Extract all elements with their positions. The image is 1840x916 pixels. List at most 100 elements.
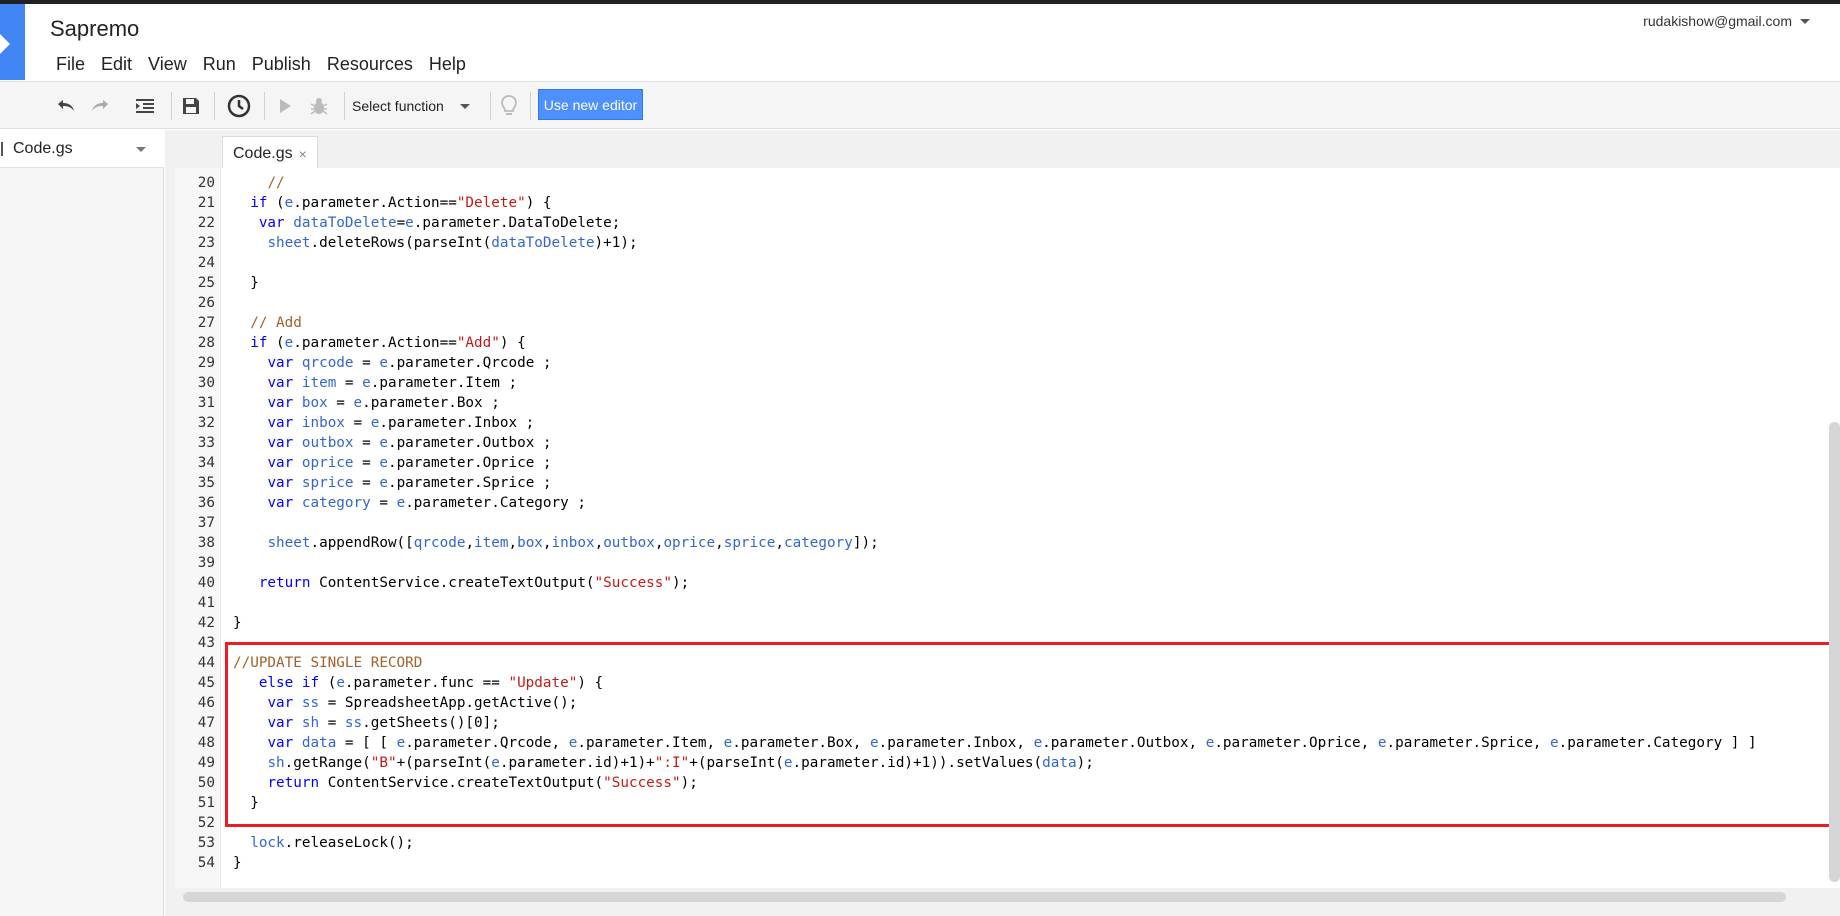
file-marker	[1, 141, 3, 156]
code-line[interactable]: sh.getRange("B"+(parseInt(e.parameter.id…	[233, 755, 1093, 771]
code-line[interactable]: }	[233, 615, 242, 631]
line-number: 33	[197, 435, 215, 451]
code-line[interactable]: return ContentService.createTextOutput("…	[233, 575, 689, 591]
menu-publish[interactable]: Publish	[244, 52, 319, 77]
code-line[interactable]: var category = e.parameter.Category ;	[233, 495, 586, 511]
code-token: ,	[715, 535, 724, 551]
code-token: }	[233, 795, 259, 811]
code-line[interactable]: var box = e.parameter.Box ;	[233, 395, 499, 411]
code-line[interactable]: sheet.deleteRows(parseInt(dataToDelete)+…	[233, 235, 637, 251]
lightbulb-button[interactable]	[496, 91, 522, 121]
code-token: if	[250, 335, 268, 351]
close-icon[interactable]: ×	[299, 146, 307, 162]
code-token: ) {	[499, 335, 526, 351]
code-token: if	[301, 675, 320, 691]
redo-icon	[92, 100, 108, 111]
code-token: else	[258, 675, 294, 691]
code-token: ,	[594, 535, 604, 551]
triggers-button[interactable]	[224, 91, 254, 121]
menu-resources[interactable]: Resources	[319, 52, 421, 77]
sidebar-file-name: Code.gs	[13, 139, 73, 157]
code-token: (	[267, 335, 285, 351]
menu-run[interactable]: Run	[195, 52, 244, 77]
save-button[interactable]	[178, 91, 204, 121]
code-line[interactable]: var sh = ss.getSheets()[0];	[233, 715, 499, 731]
code-token: .parameter.Outbox ;	[387, 435, 552, 451]
code-line[interactable]: sheet.appendRow([qrcode,item,box,inbox,o…	[233, 535, 878, 551]
code-token: .parameter.Action==	[293, 335, 457, 351]
code-line[interactable]: if (e.parameter.Action=="Add") {	[233, 335, 526, 351]
code-token: var	[267, 475, 294, 491]
code-token: e	[1033, 735, 1043, 751]
code-line[interactable]: }	[233, 275, 259, 291]
line-number: 43	[197, 635, 215, 651]
code-token: .parameter.Item ;	[370, 375, 518, 391]
code-line[interactable]: var outbox = e.parameter.Outbox ;	[233, 435, 552, 451]
code-line[interactable]: var oprice = e.parameter.Oprice ;	[233, 455, 551, 471]
code-line[interactable]: lock.releaseLock();	[233, 835, 414, 851]
code-line[interactable]: }	[233, 795, 259, 811]
play-icon	[280, 99, 291, 113]
sidebar-file-item[interactable]: Code.gs	[0, 130, 164, 168]
indent-button[interactable]	[132, 91, 158, 121]
menu-view[interactable]: View	[140, 52, 195, 77]
line-number-gutter: 20 21 22 23 24 25 26 27 28 29 30 31 32 33 34 35 36 37 38 39…	[175, 168, 221, 888]
code-token: e	[362, 375, 371, 391]
code-editor[interactable]: 20 21 22 23 24 25 26 27 28 29 30 31 32 33 34 35 36 37 38 39…	[175, 168, 1840, 888]
run-button[interactable]	[274, 91, 296, 121]
code-token: (	[267, 195, 285, 211]
select-function-dropdown[interactable]: Select function	[352, 91, 482, 121]
account-menu[interactable]: rudakishow@gmail.com	[1643, 13, 1810, 29]
horizontal-scrollbar[interactable]	[183, 892, 1786, 902]
toolbar: Select function	[0, 81, 1840, 129]
undo-button[interactable]	[52, 91, 78, 121]
code-token: e	[379, 355, 388, 371]
use-new-editor-button[interactable]: Use new editor	[538, 89, 643, 120]
chevron-down-icon[interactable]	[136, 147, 146, 152]
code-line[interactable]: }	[233, 855, 242, 871]
code-token: +(parseInt(	[396, 755, 492, 771]
code-line[interactable]: var sprice = e.parameter.Sprice ;	[233, 475, 551, 491]
redo-button[interactable]	[88, 91, 114, 121]
code-line[interactable]: var item = e.parameter.Item ;	[233, 375, 517, 391]
code-line[interactable]: var qrcode = e.parameter.Qrcode ;	[233, 355, 551, 371]
code-line[interactable]: var data = [ [ e.parameter.Qrcode, e.par…	[233, 735, 1756, 751]
code-line[interactable]: if (e.parameter.Action=="Delete") {	[233, 195, 551, 211]
toolbar-divider	[171, 92, 172, 120]
code-token: ContentService.createTextOutput(	[310, 575, 595, 591]
code-token: box	[301, 395, 328, 411]
code-token: ":I"	[654, 755, 690, 771]
code-line[interactable]: var dataToDelete=e.parameter.DataToDelet…	[233, 215, 621, 231]
code-token: ss	[301, 695, 320, 711]
code-line[interactable]: else if (e.parameter.func == "Update") {	[233, 675, 603, 691]
vertical-scrollbar[interactable]	[1829, 422, 1840, 882]
line-number: 40	[197, 575, 215, 591]
debug-button[interactable]	[306, 91, 332, 121]
menu-help[interactable]: Help	[421, 52, 474, 77]
code-line[interactable]: //	[233, 175, 284, 191]
code-token: inbox	[301, 415, 345, 431]
menu-file[interactable]: File	[48, 52, 93, 77]
menu-edit[interactable]: Edit	[93, 52, 140, 77]
toolbar-divider	[214, 92, 215, 120]
code-line[interactable]: var ss = SpreadsheetApp.getActive();	[233, 695, 577, 711]
code-token: var	[267, 735, 294, 751]
lightbulb-icon	[501, 95, 517, 115]
apps-script-logo[interactable]	[0, 4, 25, 80]
code-line[interactable]: // Add	[233, 315, 302, 331]
line-number: 37	[197, 515, 215, 531]
project-title[interactable]: Sapremo	[50, 16, 139, 42]
code-token: .deleteRows(parseInt(	[310, 235, 492, 251]
code-line[interactable]: //UPDATE SINGLE RECORD	[233, 655, 422, 671]
tab-code-gs[interactable]: Code.gs ×	[222, 136, 318, 170]
code-token: e	[284, 335, 294, 351]
code-line[interactable]: return ContentService.createTextOutput("…	[233, 775, 697, 791]
code-line[interactable]: var inbox = e.parameter.Inbox ;	[233, 415, 534, 431]
